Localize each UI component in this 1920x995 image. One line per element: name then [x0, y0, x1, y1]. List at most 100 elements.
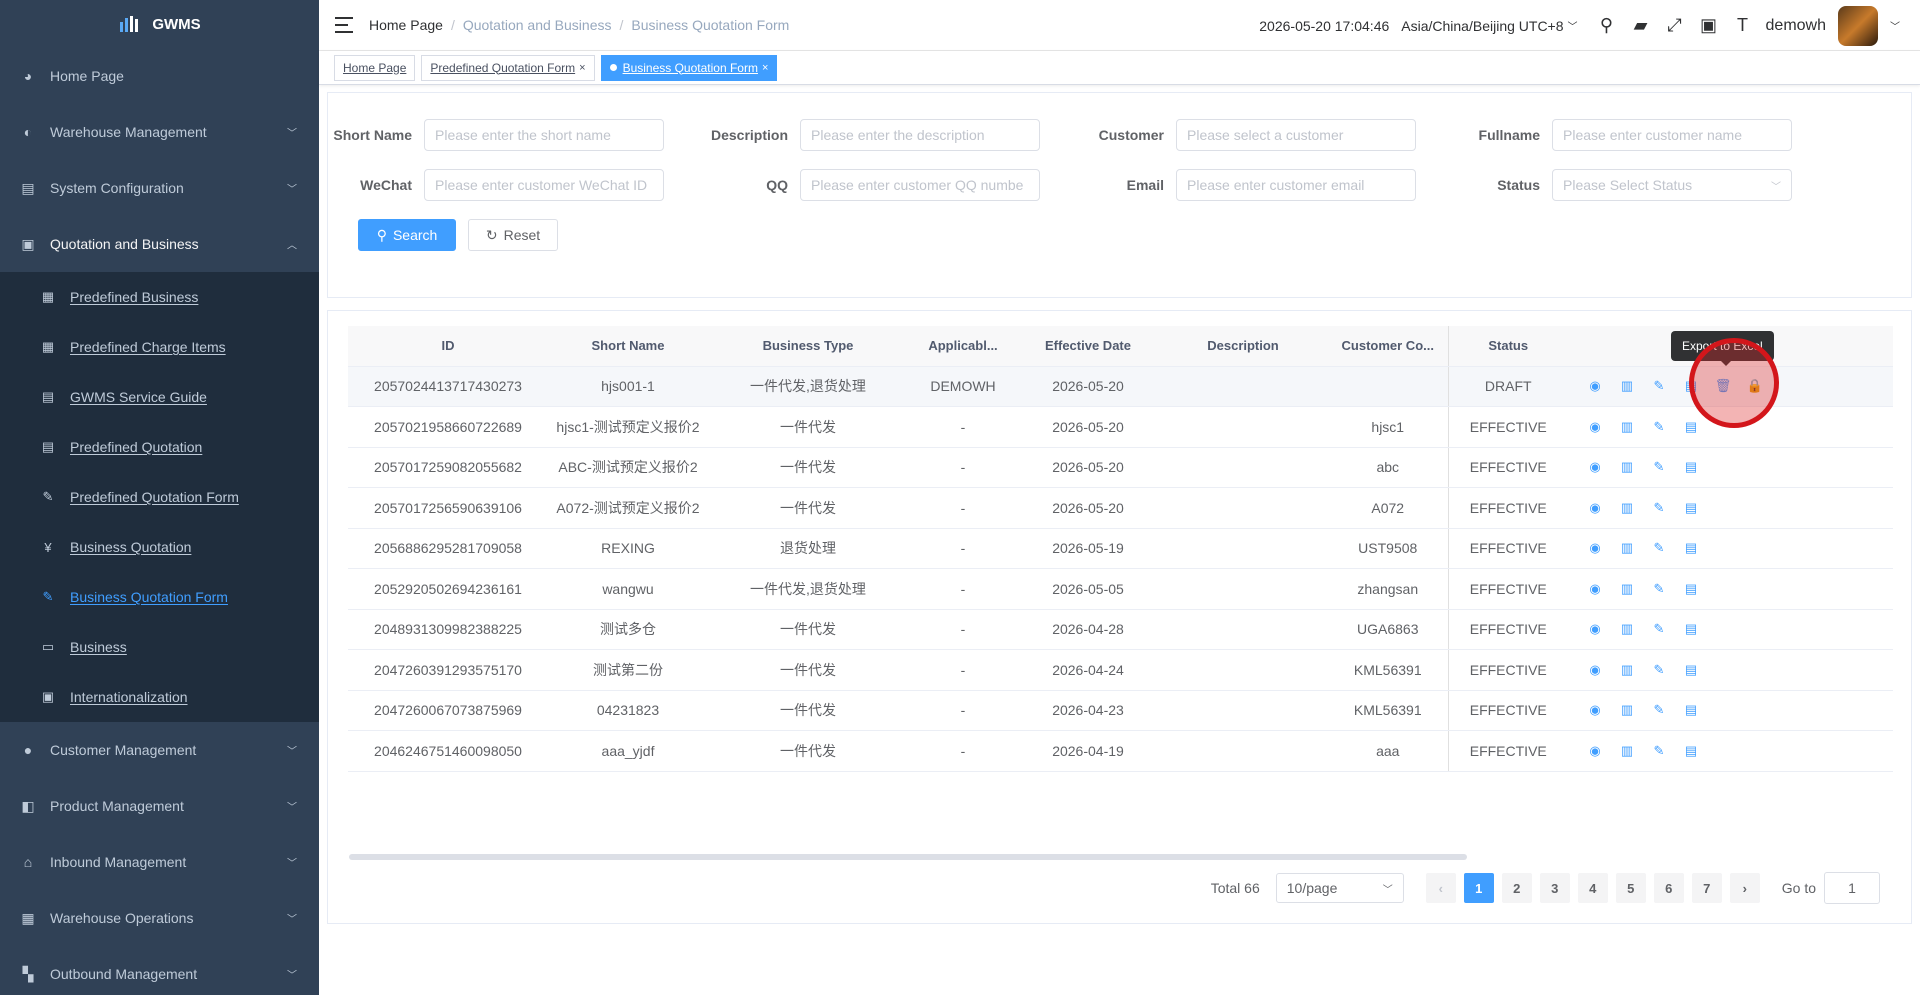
table-row[interactable]: 2046246751460098050 aaa_yjdf 一件代发 -2026-04-… — [348, 730, 1893, 772]
email-input[interactable]: Please enter customer email — [1176, 169, 1416, 201]
table-row[interactable]: 2056886295281709058 REXING 退货处理 -2026-05-19… — [348, 528, 1893, 569]
export-excel-icon[interactable]: ▥ — [1618, 539, 1636, 557]
close-icon[interactable]: × — [579, 62, 585, 74]
edit-icon[interactable]: ✎ — [1650, 539, 1668, 557]
table-row[interactable]: 2057017256590639106 A072-测试预定义报价2 一件代发 -202… — [348, 487, 1893, 529]
language-icon[interactable]: ▣ — [1698, 15, 1720, 37]
timezone-select[interactable]: Asia/China/Beijing UTC+8 ﹀ — [1401, 18, 1577, 34]
document-icon[interactable]: ▤ — [1682, 580, 1700, 598]
sidebar-item-predefined-quotation[interactable]: ▤ Predefined Quotation — [0, 422, 319, 472]
sidebar-item-business-quotation[interactable]: ¥ Business Quotation — [0, 522, 319, 572]
table-row[interactable]: 2047260391293575170 测试第二份 一件代发 -2026-04-24 K… — [348, 649, 1893, 691]
fullname-input[interactable]: Please enter customer name — [1552, 119, 1792, 151]
document-icon[interactable]: ▤ — [1682, 458, 1700, 476]
tag-predefined-quotation-form[interactable]: Predefined Quotation Form × — [421, 54, 595, 81]
document-icon[interactable]: ▤ — [1682, 539, 1700, 557]
sidebar-item-predefined-quotation-form[interactable]: ✎ Predefined Quotation Form — [0, 472, 319, 522]
view-icon[interactable]: ◉ — [1586, 620, 1604, 638]
view-icon[interactable]: ◉ — [1586, 661, 1604, 679]
fullscreen-icon[interactable]: ⤢ — [1664, 15, 1686, 37]
table-row[interactable]: 2057017259082055682 ABC-测试预定义报价2 一件代发 -2026… — [348, 447, 1893, 488]
page-button[interactable]: 6 — [1653, 873, 1684, 903]
search-button[interactable]: ⚲ Search — [358, 219, 456, 251]
sidebar-item-warehouse-management[interactable]: ◐ Warehouse Management ﹀ — [0, 104, 319, 160]
sidebar-item-product-management[interactable]: ◧ Product Management ﹀ — [0, 778, 319, 834]
sidebar-item-internationalization[interactable]: ▣ Internationalization — [0, 672, 319, 722]
sidebar-item-business[interactable]: ▭ Business — [0, 622, 319, 672]
chevron-down-icon[interactable]: ﹀ — [1890, 18, 1900, 33]
view-icon[interactable]: ◉ — [1586, 742, 1604, 760]
sidebar-item-system-configuration[interactable]: ▤ System Configuration ﹀ — [0, 160, 319, 216]
edit-icon[interactable]: ✎ — [1650, 458, 1668, 476]
table-row[interactable]: 2057021958660722689 hjsc1-测试预定义报价2 一件代发 -20… — [348, 406, 1893, 448]
sidebar-item-outbound-management[interactable]: ▚ Outbound Management ﹀ — [0, 946, 319, 995]
font-size-icon[interactable]: T — [1732, 15, 1754, 37]
horizontal-scrollbar[interactable] — [349, 854, 1467, 860]
export-excel-icon[interactable]: ▥ — [1618, 580, 1636, 598]
qq-input[interactable]: Please enter customer QQ numbe — [800, 169, 1040, 201]
view-icon[interactable]: ◉ — [1586, 499, 1604, 517]
next-page-button[interactable]: › — [1729, 873, 1760, 903]
breadcrumb-item[interactable]: Home Page — [369, 17, 443, 33]
edit-icon[interactable]: ✎ — [1650, 661, 1668, 679]
export-excel-icon[interactable]: ▥ — [1618, 701, 1636, 719]
hamburger-menu-icon[interactable] — [335, 17, 353, 33]
page-button[interactable]: 4 — [1577, 873, 1608, 903]
customer-select[interactable]: Please select a customer — [1176, 119, 1416, 151]
edit-icon[interactable]: ✎ — [1650, 377, 1668, 395]
export-excel-icon[interactable]: ▥ — [1618, 742, 1636, 760]
short-name-input[interactable]: Please enter the short name — [424, 119, 664, 151]
reset-button[interactable]: ↻ Reset — [468, 219, 558, 251]
document-icon[interactable]: ▤ — [1682, 661, 1700, 679]
page-button[interactable]: 1 — [1463, 873, 1494, 903]
sidebar-item-business-quotation-form[interactable]: ✎ Business Quotation Form — [0, 572, 319, 622]
document-icon[interactable]: ▤ — [1682, 701, 1700, 719]
edit-icon[interactable]: ✎ — [1650, 418, 1668, 436]
page-button[interactable]: 7 — [1691, 873, 1722, 903]
goto-page-input[interactable]: 1 — [1824, 872, 1880, 904]
sidebar-item-predefined-charge-items[interactable]: ▦ Predefined Charge Items — [0, 322, 319, 372]
export-excel-icon[interactable]: ▥ — [1618, 661, 1636, 679]
app-logo[interactable]: GWMS — [0, 0, 319, 48]
view-icon[interactable]: ◉ — [1586, 580, 1604, 598]
table-row[interactable]: 2052920502694236161 wangwu 一件代发,退货处理 -2026-… — [348, 568, 1893, 610]
edit-icon[interactable]: ✎ — [1650, 701, 1668, 719]
view-icon[interactable]: ◉ — [1586, 701, 1604, 719]
sidebar-item-inbound-management[interactable]: ⌂ Inbound Management ﹀ — [0, 834, 319, 890]
view-icon[interactable]: ◉ — [1586, 539, 1604, 557]
sidebar-item-gwms-service-guide[interactable]: ▤ GWMS Service Guide — [0, 372, 319, 422]
view-icon[interactable]: ◉ — [1586, 377, 1604, 395]
document-icon[interactable]: ▤ — [1682, 499, 1700, 517]
prev-page-button[interactable]: ‹ — [1425, 873, 1456, 903]
document-icon[interactable]: ▤ — [1682, 418, 1700, 436]
page-button[interactable]: 2 — [1501, 873, 1532, 903]
search-icon[interactable]: ⚲ — [1596, 15, 1618, 37]
close-icon[interactable]: × — [762, 62, 768, 74]
sidebar-item-home[interactable]: ◕ Home Page — [0, 48, 319, 104]
page-button[interactable]: 3 — [1539, 873, 1570, 903]
table-row[interactable]: 2057024413717430273 hjs001-1 一件代发,退货处理 DEMO… — [348, 366, 1893, 407]
sidebar-item-customer-management[interactable]: ● Customer Management ﹀ — [0, 722, 319, 778]
view-icon[interactable]: ◉ — [1586, 418, 1604, 436]
tag-home-page[interactable]: Home Page — [334, 54, 416, 81]
edit-icon[interactable]: ✎ — [1650, 620, 1668, 638]
page-size-select[interactable]: 10/page ﹀ — [1275, 873, 1404, 903]
page-button[interactable]: 5 — [1615, 873, 1646, 903]
export-excel-icon[interactable]: ▥ — [1618, 499, 1636, 517]
edit-icon[interactable]: ✎ — [1650, 580, 1668, 598]
table-row[interactable]: 2048931309982388225 测试多仓 一件代发 -2026-04-28 UG… — [348, 609, 1893, 650]
sidebar-item-warehouse-operations[interactable]: ▦ Warehouse Operations ﹀ — [0, 890, 319, 946]
tag-business-quotation-form[interactable]: Business Quotation Form × — [600, 54, 778, 81]
avatar[interactable] — [1838, 5, 1878, 46]
sidebar-item-predefined-business[interactable]: ▦ Predefined Business — [0, 272, 319, 322]
export-excel-icon[interactable]: ▥ — [1618, 458, 1636, 476]
description-input[interactable]: Please enter the description — [800, 119, 1040, 151]
document-icon[interactable]: ▤ — [1682, 620, 1700, 638]
username[interactable]: demowh — [1766, 17, 1826, 35]
wechat-input[interactable]: Please enter customer WeChat ID — [424, 169, 664, 201]
view-icon[interactable]: ◉ — [1586, 458, 1604, 476]
document-icon[interactable]: ▤ — [1682, 742, 1700, 760]
edit-icon[interactable]: ✎ — [1650, 499, 1668, 517]
export-excel-icon[interactable]: ▥ — [1618, 620, 1636, 638]
sidebar-item-quotation-business[interactable]: ▣ Quotation and Business ︿ — [0, 216, 319, 272]
